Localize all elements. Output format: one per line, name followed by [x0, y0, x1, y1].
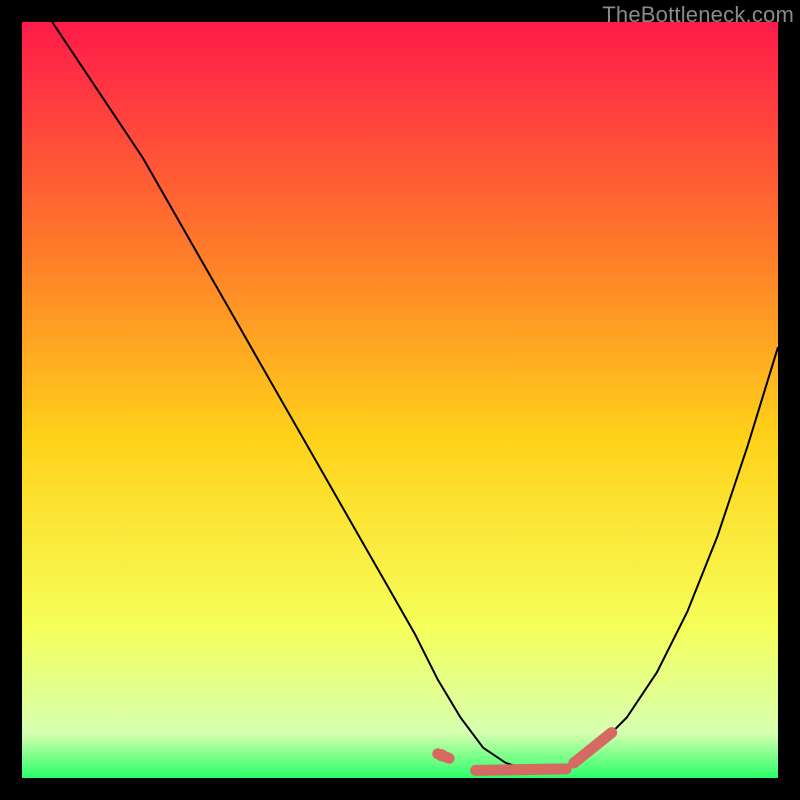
chart-frame — [22, 22, 778, 778]
bottleneck-chart — [22, 22, 778, 778]
highlight-dot — [436, 749, 448, 761]
watermark-text: TheBottleneck.com — [602, 2, 794, 28]
highlight-segment — [476, 769, 567, 771]
gradient-background — [22, 22, 778, 778]
